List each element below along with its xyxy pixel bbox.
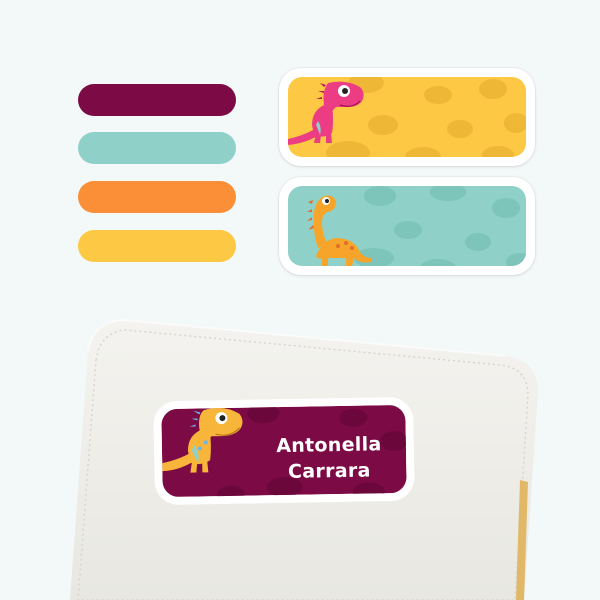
name-label-sticker[interactable]: Antonella Carrara <box>153 397 415 506</box>
notebook <box>70 318 538 600</box>
first-name: Antonella <box>276 433 382 458</box>
name-label-text: Antonella Carrara <box>254 431 405 486</box>
last-name: Carrara <box>287 459 371 483</box>
